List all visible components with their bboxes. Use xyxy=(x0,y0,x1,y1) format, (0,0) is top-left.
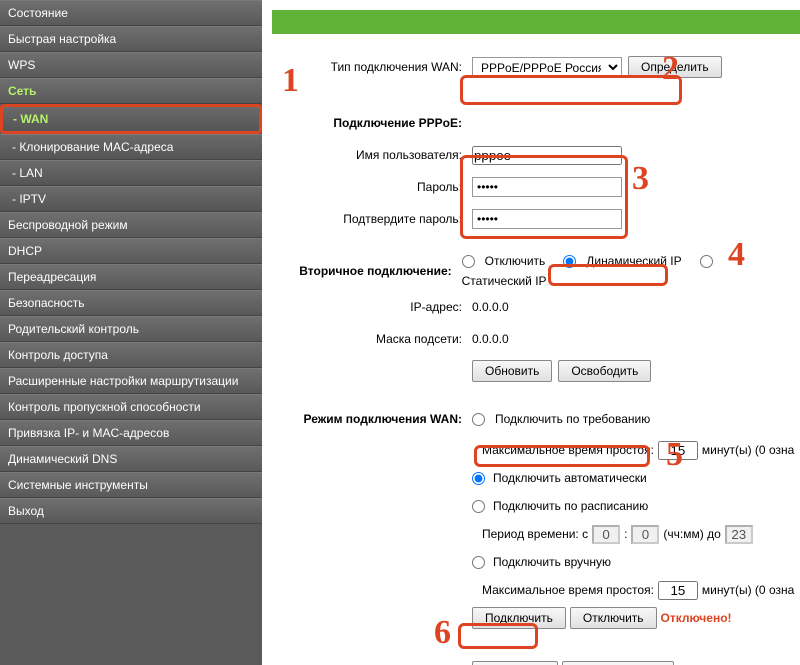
sched-m1[interactable] xyxy=(631,525,659,544)
nav-item-12[interactable]: Родительский контроль xyxy=(0,316,262,342)
idle2-input[interactable] xyxy=(658,581,698,600)
username-label: Имя пользователя: xyxy=(272,148,472,162)
idle-pre: Максимальное время простоя: xyxy=(482,443,654,457)
advanced-button[interactable]: Дополнительно xyxy=(562,661,674,665)
nav-item-0[interactable]: Состояние xyxy=(0,0,262,26)
mode-auto-radio[interactable] xyxy=(472,472,485,485)
mode-sched-label: Подключить по расписанию xyxy=(493,499,648,513)
mask-value: 0.0.0.0 xyxy=(472,332,509,346)
idle2-pre: Максимальное время простоя: xyxy=(482,583,654,597)
mask-label: Маска подсети: xyxy=(272,332,472,346)
sched-h2[interactable] xyxy=(725,525,753,544)
disconnect-button[interactable]: Отключить xyxy=(570,607,657,629)
nav-item-5[interactable]: - Клонирование MAC-адреса xyxy=(0,134,262,160)
sec-disable-radio[interactable] xyxy=(462,255,475,268)
sec-static-label: Статический IP xyxy=(462,274,547,288)
confirm-label: Подтвердите пароль: xyxy=(272,212,472,226)
mode-manual-radio[interactable] xyxy=(472,556,485,569)
mode-manual-label: Подключить вручную xyxy=(493,555,611,569)
nav-item-11[interactable]: Безопасность xyxy=(0,290,262,316)
sidebar: СостояниеБыстрая настройкаWPSСеть- WAN- … xyxy=(0,0,262,665)
idle2-suf: минут(ы) (0 озна xyxy=(702,583,794,597)
ip-label: IP-адрес: xyxy=(272,300,472,314)
sec-dyn-label: Динамический IP xyxy=(586,254,681,268)
nav-item-17[interactable]: Динамический DNS xyxy=(0,446,262,472)
nav-item-7[interactable]: - IPTV xyxy=(0,186,262,212)
nav-item-4[interactable]: - WAN xyxy=(0,104,262,134)
nav-item-19[interactable]: Выход xyxy=(0,498,262,524)
renew-button[interactable]: Обновить xyxy=(472,360,552,382)
connect-button[interactable]: Подключить xyxy=(472,607,566,629)
sec-disable-label: Отключить xyxy=(485,254,546,268)
mode-demand-label: Подключить по требованию xyxy=(495,412,650,426)
pppoe-header: Подключение PPPoE: xyxy=(272,116,472,130)
mode-sched-radio[interactable] xyxy=(472,500,485,513)
nav-item-13[interactable]: Контроль доступа xyxy=(0,342,262,368)
status-text: Отключено! xyxy=(661,611,732,625)
idle-input[interactable] xyxy=(658,441,698,460)
mode-demand-radio[interactable] xyxy=(472,413,485,426)
detect-button[interactable]: Определить xyxy=(628,56,722,78)
secondary-label: Вторичное подключение: xyxy=(272,264,462,278)
wan-type-select[interactable]: PPPoE/PPPoE Россия xyxy=(472,57,622,77)
nav-item-3[interactable]: Сеть xyxy=(0,78,262,104)
nav-item-9[interactable]: DHCP xyxy=(0,238,262,264)
green-bar xyxy=(272,10,800,34)
nav-item-18[interactable]: Системные инструменты xyxy=(0,472,262,498)
release-button[interactable]: Освободить xyxy=(558,360,651,382)
password-input[interactable] xyxy=(472,177,622,197)
wan-type-label: Тип подключения WAN: xyxy=(272,60,472,74)
nav-item-6[interactable]: - LAN xyxy=(0,160,262,186)
mode-auto-label: Подключить автоматически xyxy=(493,471,647,485)
nav-item-8[interactable]: Беспроводной режим xyxy=(0,212,262,238)
idle-suf: минут(ы) (0 озна xyxy=(702,443,794,457)
sched-mid: (чч:мм) до xyxy=(663,527,720,541)
sec-static-radio[interactable] xyxy=(700,255,713,268)
username-input[interactable] xyxy=(472,146,622,165)
confirm-input[interactable] xyxy=(472,209,622,229)
sec-dyn-radio[interactable] xyxy=(563,255,576,268)
save-button[interactable]: Сохранить xyxy=(472,661,558,665)
nav-item-10[interactable]: Переадресация xyxy=(0,264,262,290)
nav-item-14[interactable]: Расширенные настройки маршрутизации xyxy=(0,368,262,394)
nav-item-1[interactable]: Быстрая настройка xyxy=(0,26,262,52)
password-label: Пароль: xyxy=(272,180,472,194)
nav-item-2[interactable]: WPS xyxy=(0,52,262,78)
main-content: Тип подключения WAN: PPPoE/PPPoE Россия … xyxy=(262,0,800,665)
sched-h1[interactable] xyxy=(592,525,620,544)
nav-item-16[interactable]: Привязка IP- и MAC-адресов xyxy=(0,420,262,446)
ip-value: 0.0.0.0 xyxy=(472,300,509,314)
mode-label: Режим подключения WAN: xyxy=(272,412,472,426)
sched-pre: Период времени: с xyxy=(482,527,588,541)
nav-item-15[interactable]: Контроль пропускной способности xyxy=(0,394,262,420)
